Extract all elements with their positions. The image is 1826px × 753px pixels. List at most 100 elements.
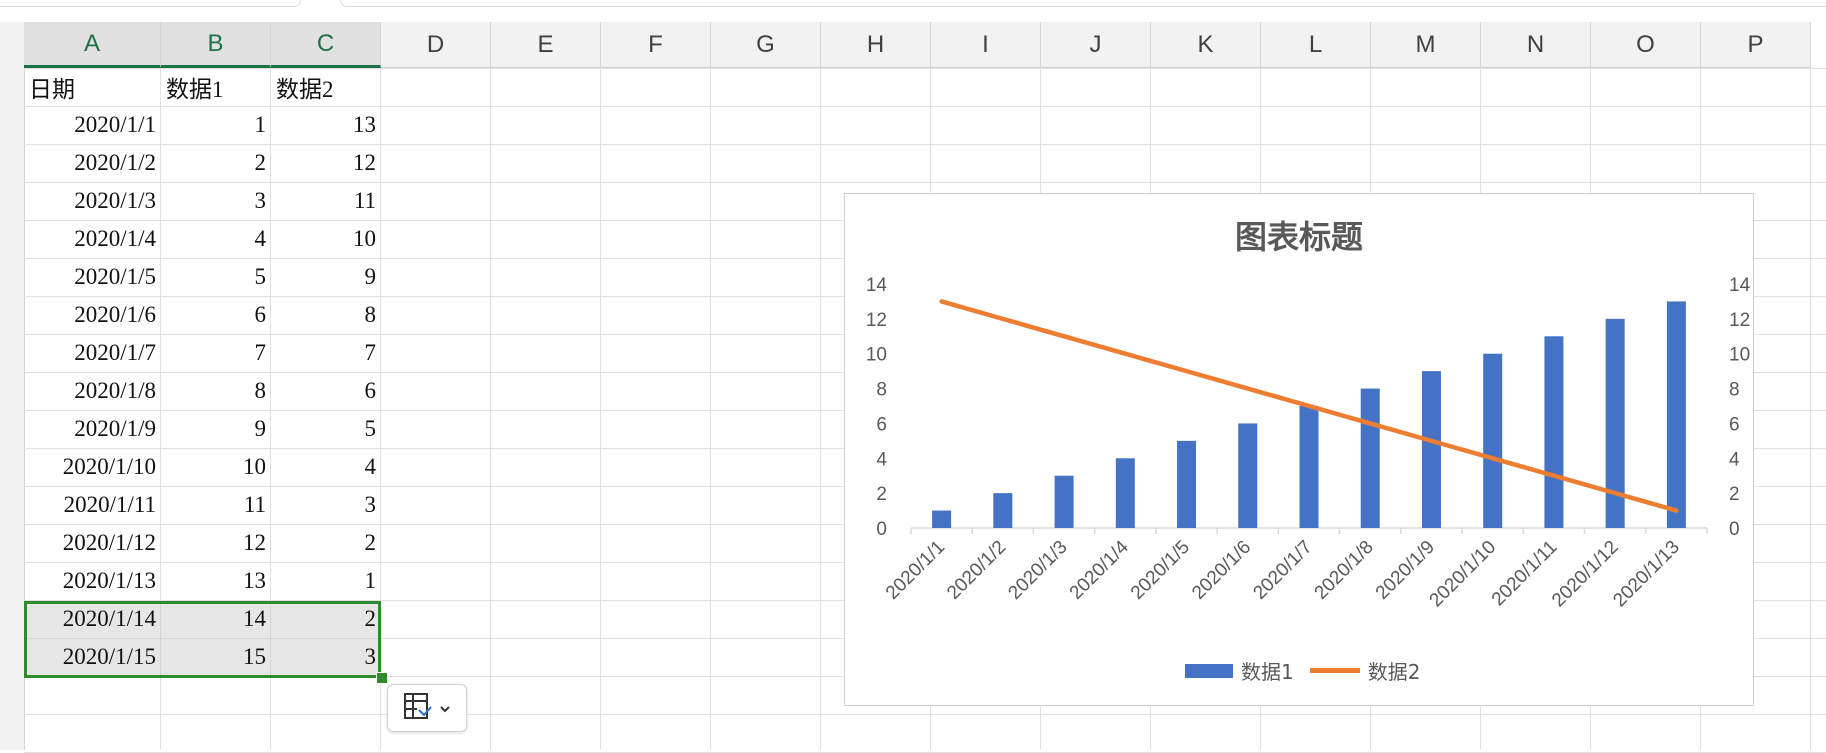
legend-label-series2: 数据2: [1367, 660, 1421, 684]
cell-c15[interactable]: 2: [271, 600, 381, 638]
cell-b13[interactable]: 12: [161, 524, 271, 562]
y2-tick-label: 0: [1729, 519, 1740, 540]
legend-swatch-series2: [1309, 668, 1360, 673]
cell-c8[interactable]: 7: [271, 334, 381, 372]
cell-a5[interactable]: 2020/1/4: [24, 220, 161, 258]
column-header-n[interactable]: N: [1481, 22, 1591, 68]
chart-legend[interactable]: 数据1 数据2: [1185, 656, 1420, 685]
cell-a15[interactable]: 2020/1/14: [24, 600, 161, 638]
gridline-vertical: [820, 68, 821, 750]
column-header-l[interactable]: L: [1261, 22, 1371, 68]
cell-c1[interactable]: 数据2: [271, 68, 381, 106]
cell-a3[interactable]: 2020/1/2: [24, 144, 161, 182]
cell-c11[interactable]: 4: [271, 448, 381, 486]
bar-series1[interactable]: [1299, 406, 1319, 528]
bar-series1[interactable]: [1483, 353, 1503, 528]
y-tick-label: 12: [866, 310, 887, 331]
y2-tick-label: 8: [1729, 380, 1740, 401]
cell-b14[interactable]: 13: [161, 562, 271, 600]
cell-a4[interactable]: 2020/1/3: [24, 182, 161, 220]
column-header-b[interactable]: B: [161, 22, 271, 68]
cell-c9[interactable]: 6: [271, 372, 381, 410]
bar-series1[interactable]: [1666, 301, 1686, 528]
cell-c7[interactable]: 8: [271, 296, 381, 334]
cell-a14[interactable]: 2020/1/13: [24, 562, 161, 600]
x-tick-label: 2020/1/10: [1426, 537, 1501, 612]
sheet-tab-left[interactable]: [0, 0, 301, 7]
sheet-tab-right[interactable]: [340, 0, 1826, 7]
cell-b4[interactable]: 3: [161, 182, 271, 220]
cell-c4[interactable]: 11: [271, 182, 381, 220]
cell-a11[interactable]: 2020/1/10: [24, 448, 161, 486]
column-header-j[interactable]: J: [1041, 22, 1151, 68]
column-header-g[interactable]: G: [711, 22, 821, 68]
cell-b8[interactable]: 7: [161, 334, 271, 372]
column-header-c[interactable]: C: [271, 22, 381, 68]
chevron-down-icon: [439, 699, 451, 718]
column-header-k[interactable]: K: [1151, 22, 1261, 68]
y-tick-label: 8: [876, 380, 887, 401]
gridline-vertical: [710, 68, 711, 750]
cell-c16[interactable]: 3: [271, 638, 381, 676]
cell-c3[interactable]: 12: [271, 144, 381, 182]
bar-series1[interactable]: [1177, 440, 1197, 528]
row-header-gutter[interactable]: [0, 22, 25, 750]
cell-a16[interactable]: 2020/1/15: [24, 638, 161, 676]
fill-handle[interactable]: [376, 672, 388, 684]
bar-series1[interactable]: [1238, 423, 1258, 528]
bar-series1[interactable]: [993, 493, 1013, 528]
bar-series1[interactable]: [1360, 388, 1380, 528]
y-tick-label: 6: [876, 414, 887, 435]
column-header-a[interactable]: A: [24, 22, 161, 68]
bar-series1[interactable]: [932, 510, 952, 528]
column-header-f[interactable]: F: [601, 22, 711, 68]
column-header-p[interactable]: P: [1701, 22, 1811, 68]
cell-a12[interactable]: 2020/1/11: [24, 486, 161, 524]
cell-c5[interactable]: 10: [271, 220, 381, 258]
bar-series1[interactable]: [1421, 371, 1441, 528]
cell-b12[interactable]: 11: [161, 486, 271, 524]
cell-b15[interactable]: 14: [161, 600, 271, 638]
column-header-d[interactable]: D: [381, 22, 491, 68]
cell-b9[interactable]: 8: [161, 372, 271, 410]
legend-label-series1: 数据1: [1241, 660, 1294, 684]
column-header-o[interactable]: O: [1591, 22, 1701, 68]
y2-tick-label: 12: [1729, 310, 1750, 331]
bar-series1[interactable]: [1544, 336, 1564, 528]
cell-b1[interactable]: 数据1: [161, 68, 271, 106]
cell-a8[interactable]: 2020/1/7: [24, 334, 161, 372]
cell-a7[interactable]: 2020/1/6: [24, 296, 161, 334]
x-tick-label: 2020/1/13: [1609, 537, 1684, 612]
cell-a1[interactable]: 日期: [24, 68, 161, 106]
cell-b10[interactable]: 9: [161, 410, 271, 448]
cell-a2[interactable]: 2020/1/1: [24, 106, 161, 144]
cell-a6[interactable]: 2020/1/5: [24, 258, 161, 296]
cell-a13[interactable]: 2020/1/12: [24, 524, 161, 562]
cell-b16[interactable]: 15: [161, 638, 271, 676]
quick-analysis-button[interactable]: [387, 684, 467, 732]
y-tick-label: 2: [876, 484, 887, 505]
cell-c13[interactable]: 2: [271, 524, 381, 562]
y-tick-label: 4: [876, 449, 887, 470]
cell-b11[interactable]: 10: [161, 448, 271, 486]
column-header-m[interactable]: M: [1371, 22, 1481, 68]
cell-b2[interactable]: 1: [161, 106, 271, 144]
cell-c6[interactable]: 9: [271, 258, 381, 296]
cell-c14[interactable]: 1: [271, 562, 381, 600]
bar-series1[interactable]: [1115, 458, 1135, 528]
cell-b6[interactable]: 5: [161, 258, 271, 296]
legend-swatch-series1: [1185, 663, 1233, 678]
bar-series1[interactable]: [1054, 475, 1074, 528]
cell-a9[interactable]: 2020/1/8: [24, 372, 161, 410]
cell-c12[interactable]: 3: [271, 486, 381, 524]
cell-a10[interactable]: 2020/1/9: [24, 410, 161, 448]
cell-c10[interactable]: 5: [271, 410, 381, 448]
cell-b3[interactable]: 2: [161, 144, 271, 182]
column-header-i[interactable]: I: [931, 22, 1041, 68]
column-header-h[interactable]: H: [821, 22, 931, 68]
cell-c2[interactable]: 13: [271, 106, 381, 144]
column-header-e[interactable]: E: [491, 22, 601, 68]
chart-area[interactable]: 图表标题 0 2 4 6 8 10 12 14 0 2 4 6 8 10 12 14 2020/1/1 2020/…: [844, 193, 1754, 706]
cell-b7[interactable]: 6: [161, 296, 271, 334]
cell-b5[interactable]: 4: [161, 220, 271, 258]
